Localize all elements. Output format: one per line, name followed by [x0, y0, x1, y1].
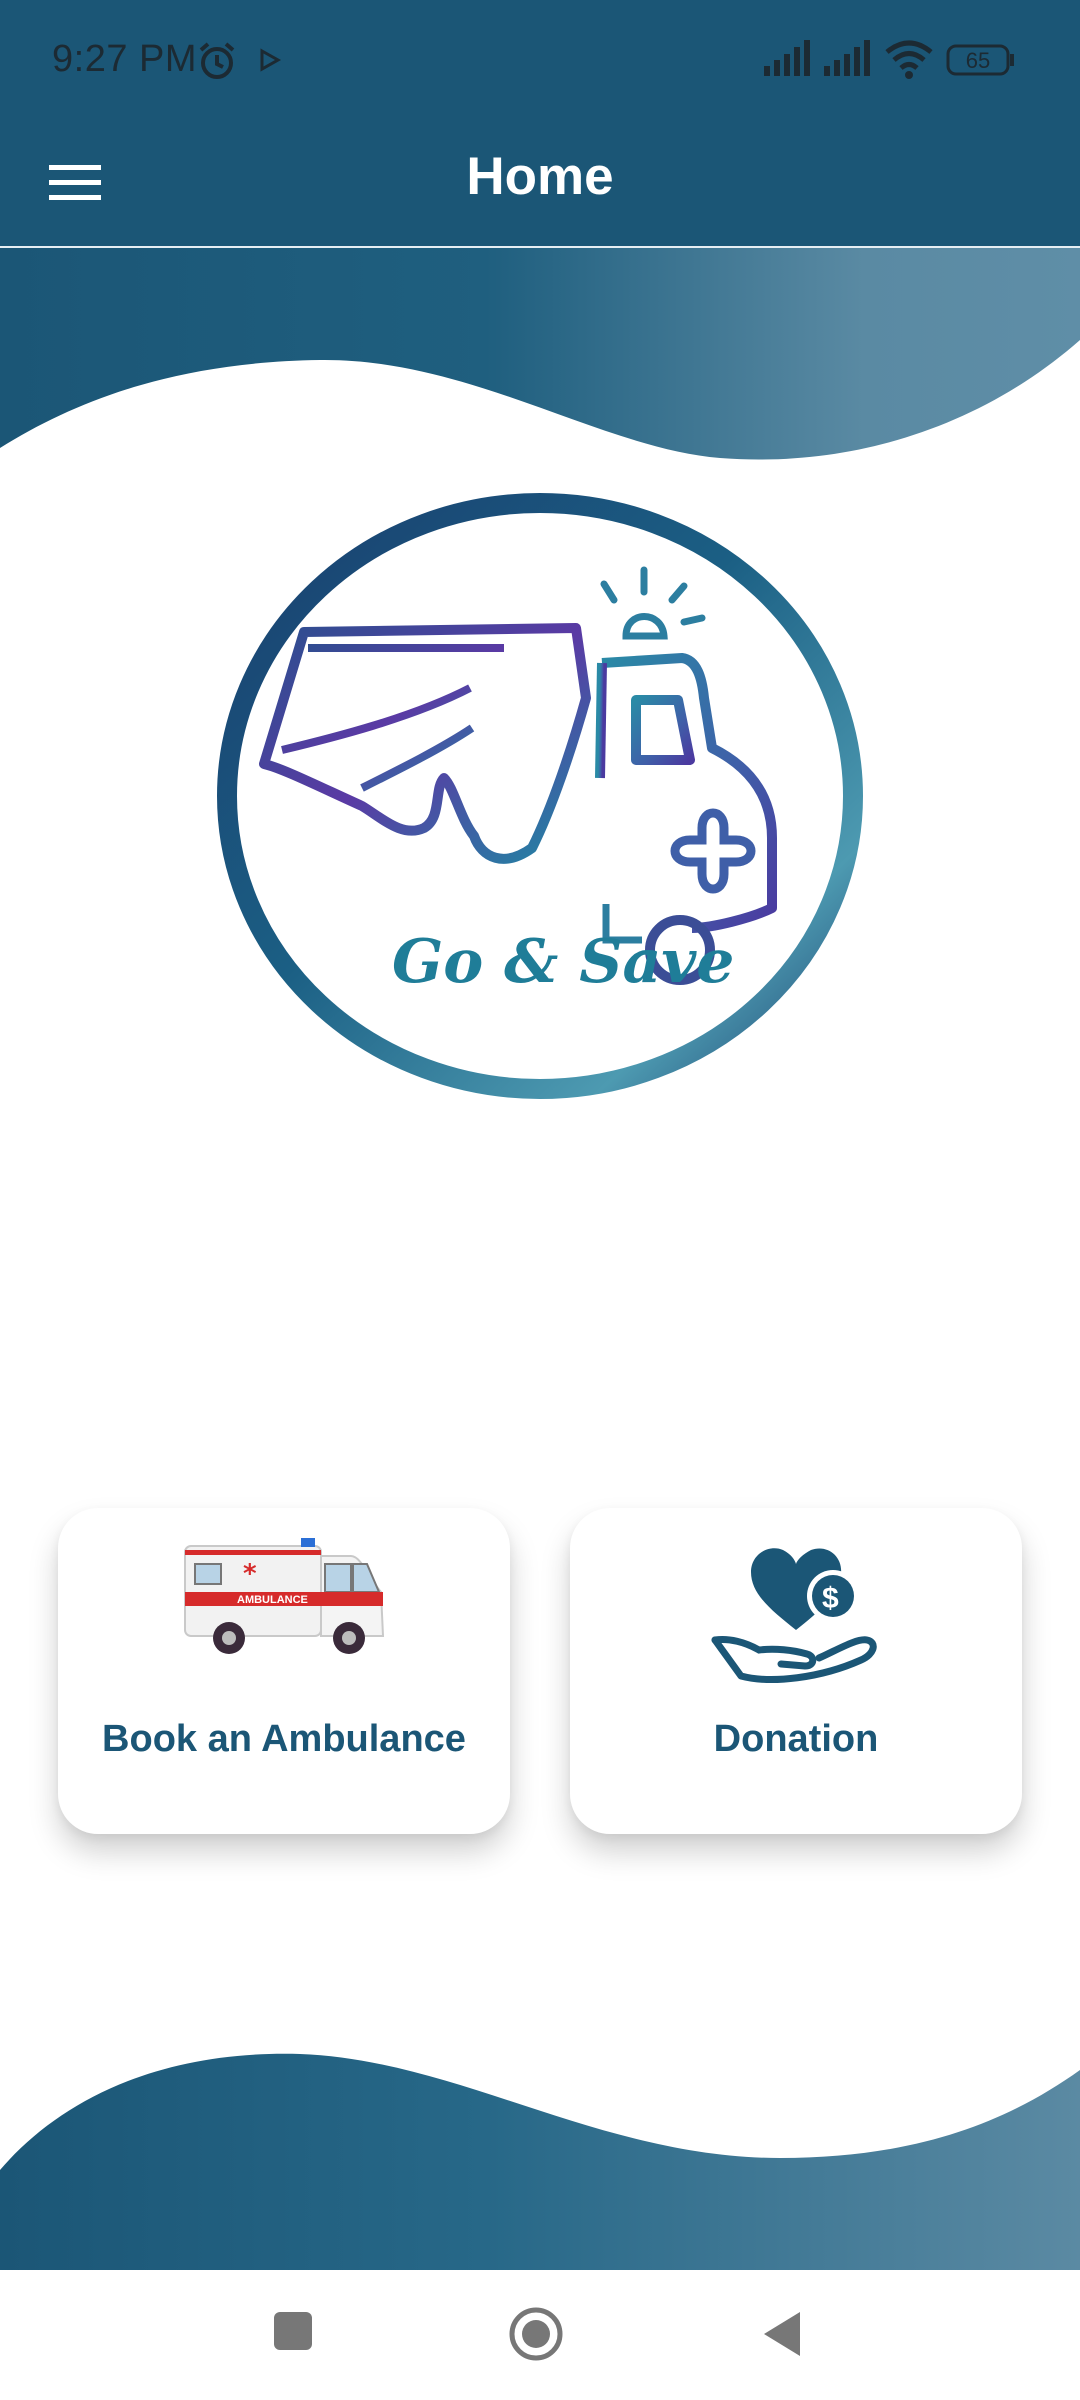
- bottom-wave-decoration: [0, 2053, 1080, 2270]
- donation-hand-heart-icon: $: [711, 1548, 877, 1683]
- ambulance-icon: AMBULANCE *: [184, 1538, 385, 1654]
- alarm-icon: [199, 42, 235, 79]
- signal-icon: [824, 40, 870, 76]
- donation-card[interactable]: $ Donation: [570, 1508, 1022, 1834]
- recent-apps-icon[interactable]: [272, 2310, 314, 2352]
- page-title: Home: [466, 147, 614, 206]
- play-icon: [260, 48, 282, 72]
- wifi-icon: [885, 40, 933, 79]
- battery-level: 65: [965, 48, 991, 73]
- logo-text: Go & Save: [392, 927, 734, 997]
- home-icon[interactable]: [508, 2306, 564, 2362]
- book-ambulance-label: Book an Ambulance: [102, 1718, 466, 1760]
- svg-text:$: $: [822, 1582, 839, 1615]
- svg-text:*: *: [243, 1559, 257, 1589]
- go-and-save-logo: Go & Save: [217, 488, 863, 1108]
- donation-label: Donation: [713, 1718, 879, 1760]
- status-time: 9:27 PM: [52, 38, 198, 80]
- back-icon[interactable]: [760, 2310, 804, 2358]
- status-bar: 9:27 PM 65: [0, 0, 1080, 120]
- book-ambulance-card[interactable]: AMBULANCE * Book an Ambulance: [58, 1508, 510, 1834]
- signal-icon: [764, 40, 810, 76]
- svg-text:AMBULANCE: AMBULANCE: [237, 1594, 308, 1606]
- app-bar: Home: [0, 120, 1080, 248]
- system-nav-bar: [0, 2270, 1080, 2400]
- top-wave-decoration: [0, 248, 1080, 460]
